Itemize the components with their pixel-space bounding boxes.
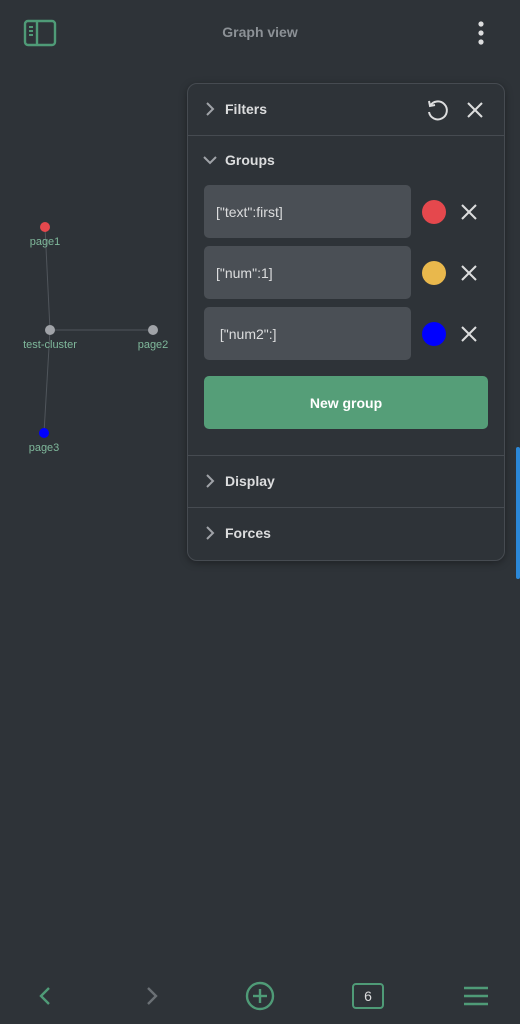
graph-node-page3 (39, 428, 49, 438)
close-icon (461, 326, 477, 342)
forces-section-header[interactable]: Forces (188, 508, 504, 558)
display-section-header[interactable]: Display (188, 456, 504, 506)
display-label: Display (225, 473, 275, 489)
filters-label: Filters (225, 101, 268, 117)
forward-button[interactable] (137, 980, 167, 1012)
more-options-button[interactable] (468, 18, 494, 48)
groups-label: Groups (225, 152, 275, 168)
remove-group-button[interactable] (458, 201, 480, 223)
chevron-right-icon (202, 101, 218, 117)
remove-group-button[interactable] (458, 323, 480, 345)
new-note-button[interactable] (244, 980, 276, 1012)
graph-node-page2 (148, 325, 158, 335)
graph-node-test-cluster (45, 325, 55, 335)
group-row: ["text":first] (204, 185, 494, 238)
group-query-input[interactable]: ["num":1] (204, 246, 411, 299)
filters-section-header[interactable]: Filters (188, 84, 504, 134)
group-color-picker[interactable] (422, 322, 446, 346)
group-query-input[interactable]: ["num2":] (204, 307, 411, 360)
remove-group-button[interactable] (458, 262, 480, 284)
graph-node-page1 (40, 222, 50, 232)
chevron-right-icon (147, 987, 158, 1005)
close-icon (461, 204, 477, 220)
back-button[interactable] (30, 980, 60, 1012)
tab-count-badge: 6 (352, 983, 384, 1009)
page-title: Graph view (222, 24, 298, 40)
reset-icon (428, 100, 448, 121)
menu-button[interactable] (461, 980, 491, 1012)
forces-label: Forces (225, 525, 271, 541)
close-panel-button[interactable] (464, 99, 486, 121)
node-label-test-cluster[interactable]: test-cluster (23, 339, 77, 351)
group-color-picker[interactable] (422, 200, 446, 224)
scroll-indicator (516, 447, 520, 579)
header-bar: Graph view (0, 0, 520, 66)
group-row: ["num2":] (204, 307, 494, 360)
group-color-picker[interactable] (422, 261, 446, 285)
chevron-down-icon (202, 152, 218, 168)
node-label-page3[interactable]: page3 (29, 442, 60, 454)
chevron-left-icon (39, 987, 50, 1005)
more-vertical-icon (478, 21, 484, 45)
bottom-navigation: 6 (0, 970, 520, 1024)
node-label-page2[interactable]: page2 (138, 339, 169, 351)
reset-settings-button[interactable] (424, 97, 450, 123)
chevron-right-icon (202, 473, 218, 489)
groups-section-header[interactable]: Groups (188, 135, 504, 185)
close-icon (467, 102, 483, 118)
hamburger-menu-icon (464, 986, 488, 1006)
node-label-page1[interactable]: page1 (30, 236, 61, 248)
graph-settings-panel: Filters Groups ["text":first] ["num":1] … (187, 83, 505, 561)
tabs-button[interactable]: 6 (351, 980, 385, 1012)
group-query-input[interactable]: ["text":first] (204, 185, 411, 238)
chevron-right-icon (202, 525, 218, 541)
new-group-button[interactable]: New group (204, 376, 488, 429)
close-icon (461, 265, 477, 281)
plus-circle-icon (245, 981, 275, 1011)
group-row: ["num":1] (204, 246, 494, 299)
